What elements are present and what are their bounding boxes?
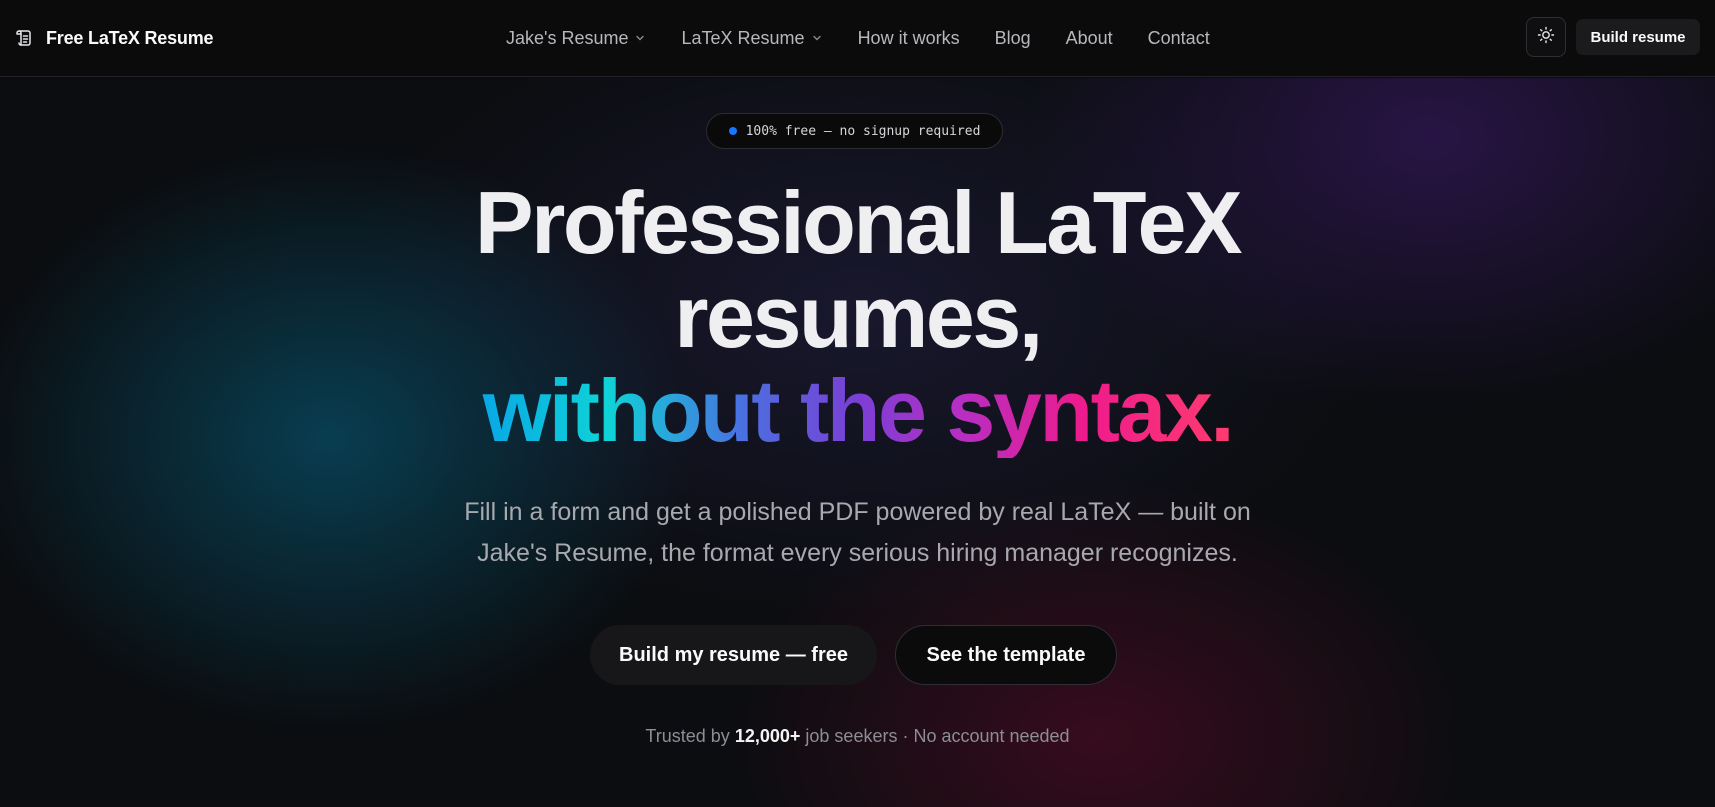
chevron-down-icon bbox=[634, 32, 646, 44]
nav-item-label: Jake's Resume bbox=[506, 27, 629, 48]
brand-name: Free LaTeX Resume bbox=[46, 27, 214, 48]
subtext-line-1: Fill in a form and get a polished PDF po… bbox=[464, 498, 1251, 526]
page: Free LaTeX Resume Jake's Resume LaTeX Re… bbox=[0, 0, 1715, 807]
status-dot bbox=[728, 127, 737, 135]
nav-item-how-it-works[interactable]: How it works bbox=[858, 28, 960, 49]
trusted-count: 12,000+ bbox=[734, 726, 801, 746]
nav-item-contact[interactable]: Contact bbox=[1148, 28, 1210, 49]
scroll-icon bbox=[12, 26, 36, 50]
build-resume-button[interactable]: Build resume bbox=[1576, 19, 1700, 55]
headline-line-3: without the syntax. bbox=[0, 364, 1715, 458]
trusted-suffix: job seekers · No account needed bbox=[805, 726, 1070, 746]
headline-line-1: Professional LaTeX bbox=[474, 173, 1243, 272]
see-template-button[interactable]: See the template bbox=[895, 625, 1117, 685]
top-navigation: Free LaTeX Resume Jake's Resume LaTeX Re… bbox=[0, 0, 1715, 77]
nav-item-label: LaTeX Resume bbox=[681, 27, 805, 48]
build-my-resume-button[interactable]: Build my resume — free bbox=[590, 625, 877, 685]
nav-links: Jake's Resume LaTeX Resume How it works … bbox=[506, 26, 1245, 50]
brand-logo-link[interactable]: Free LaTeX Resume bbox=[12, 25, 214, 51]
headline-accent: without the syntax. bbox=[479, 364, 1236, 458]
nav-item-latex-resume[interactable]: LaTeX Resume bbox=[681, 28, 822, 49]
hero-section: 100% free — no signup required Professio… bbox=[0, 78, 1715, 807]
nav-item-about[interactable]: About bbox=[1066, 28, 1113, 49]
trusted-by-text: Trusted by 12,000+ job seekers · No acco… bbox=[0, 726, 1715, 747]
cta-row: Build my resume — free See the template bbox=[0, 625, 1715, 685]
chevron-down-icon bbox=[811, 32, 823, 44]
theme-toggle-button[interactable] bbox=[1526, 17, 1566, 57]
nav-item-blog[interactable]: Blog bbox=[995, 28, 1031, 49]
free-badge: 100% free — no signup required bbox=[706, 113, 1003, 149]
badge-text: 100% free — no signup required bbox=[745, 123, 981, 139]
hero-subtext: Fill in a form and get a polished PDF po… bbox=[420, 492, 1295, 574]
nav-item-jakes-resume[interactable]: Jake's Resume bbox=[506, 28, 646, 49]
hero-headline: Professional LaTeX resumes, without the … bbox=[0, 176, 1715, 458]
headline-line-2: resumes, bbox=[674, 267, 1043, 366]
sun-icon bbox=[1537, 26, 1555, 49]
subtext-line-2: Jake's Resume, the format every serious … bbox=[477, 539, 1238, 567]
trusted-prefix: Trusted by bbox=[645, 726, 730, 746]
